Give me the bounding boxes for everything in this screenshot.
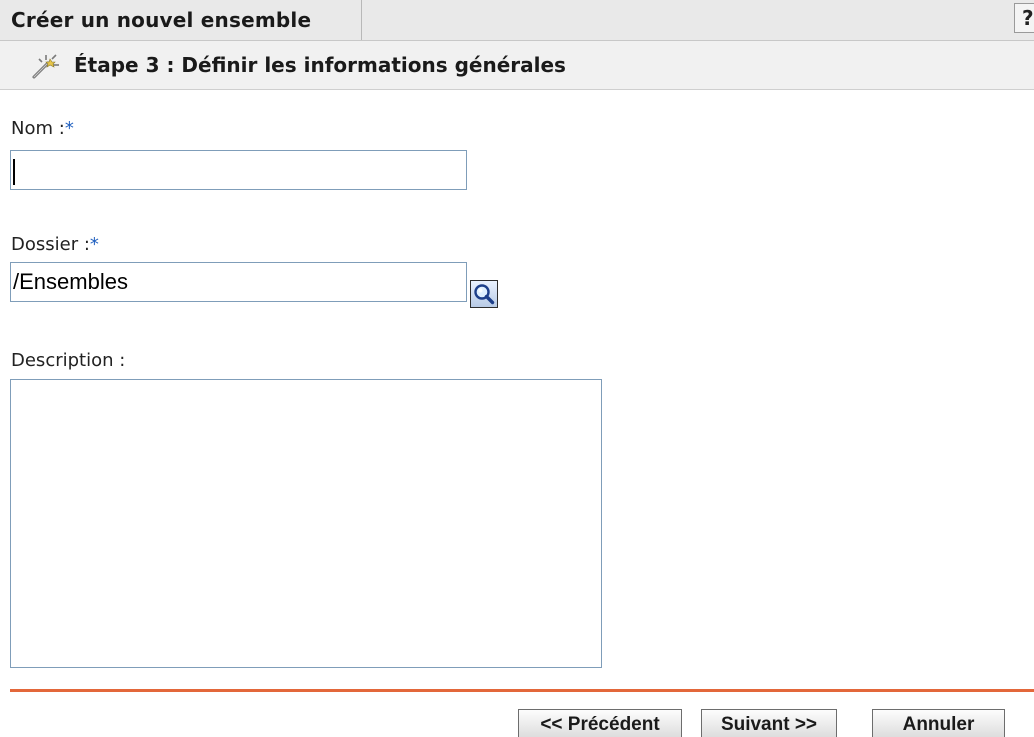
title-bar: Créer un nouvel ensemble ?	[0, 0, 1034, 41]
page-title: Créer un nouvel ensemble	[11, 8, 312, 32]
folder-label-text: Dossier :	[11, 234, 90, 255]
description-label-text: Description :	[11, 350, 126, 371]
description-textarea[interactable]	[10, 379, 602, 668]
folder-required-marker: *	[89, 234, 99, 255]
footer-divider	[10, 689, 1034, 692]
description-label: Description :	[11, 350, 125, 371]
search-icon	[474, 284, 495, 305]
folder-label: Dossier :*	[11, 234, 99, 255]
title-tab: Créer un nouvel ensemble	[0, 0, 362, 40]
next-button[interactable]: Suivant >>	[701, 709, 837, 737]
step-bar: Étape 3 : Définir les informations génér…	[0, 41, 1034, 90]
previous-button[interactable]: << Précédent	[518, 709, 682, 737]
cancel-button[interactable]: Annuler	[872, 709, 1005, 737]
name-label: Nom :*	[11, 118, 74, 139]
name-input[interactable]	[10, 150, 467, 190]
folder-browse-button[interactable]	[470, 280, 498, 308]
text-caret	[13, 159, 15, 185]
wizard-wand-icon	[30, 51, 62, 81]
folder-input[interactable]	[10, 262, 467, 302]
wizard-page: Créer un nouvel ensemble ? Étape 3 : Déf…	[0, 0, 1034, 737]
name-label-text: Nom :	[11, 118, 65, 139]
help-button[interactable]: ?	[1014, 3, 1034, 33]
name-required-marker: *	[64, 118, 74, 139]
step-title: Étape 3 : Définir les informations génér…	[74, 53, 566, 77]
